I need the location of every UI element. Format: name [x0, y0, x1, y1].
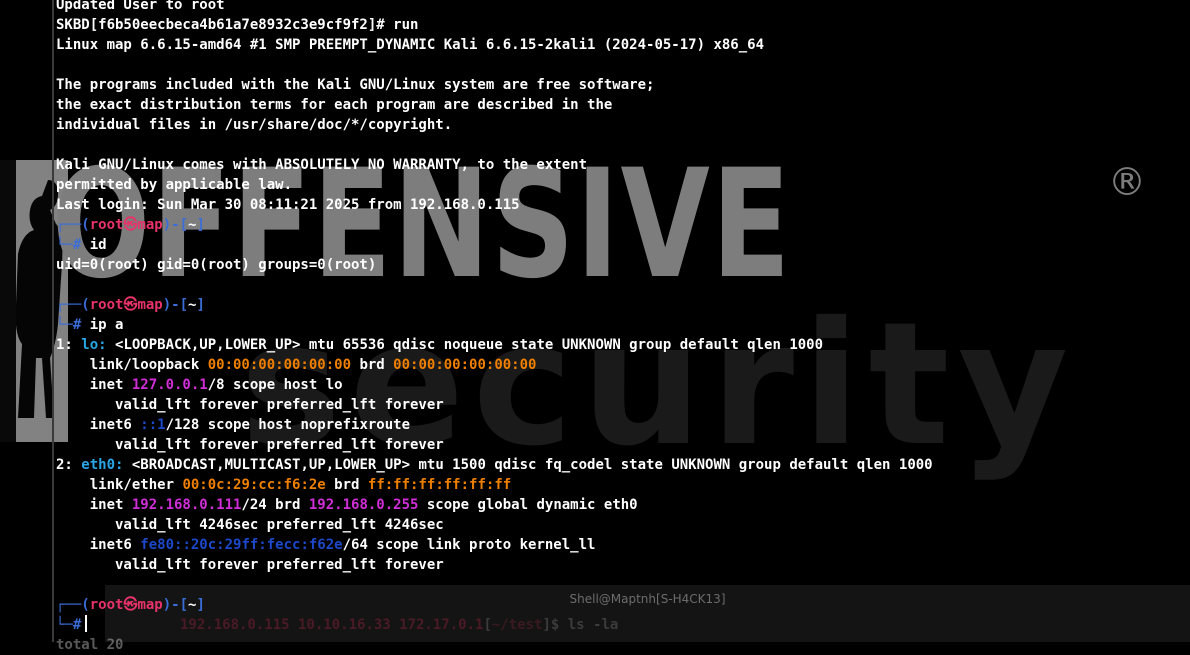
ip-iface-eth0-line: 2: eth0: <BROADCAST,MULTICAST,UP,LOWER_U… — [56, 457, 933, 473]
prompt-user: root — [89, 297, 124, 313]
prompt-user: root — [89, 217, 124, 233]
output-line: The programs included with the Kali GNU/… — [56, 77, 655, 93]
prompt-host: map — [137, 597, 163, 613]
skull-icon: ㉿ — [123, 217, 138, 233]
ipv4-address: 127.0.0.1 — [131, 377, 208, 393]
ip-link-line: link/ether 00:0c:29:cc:f6:2e brd ff:ff:f… — [56, 477, 512, 493]
terminal-output[interactable]: Updated User to root SKBD[f6b50eecbeca4b… — [56, 0, 933, 655]
output-line: Updated User to root — [56, 0, 225, 13]
prompt-host: map — [137, 297, 163, 313]
ip-valid-line: valid_lft forever preferred_lft forever — [56, 557, 444, 573]
output-line: individual files in /usr/share/doc/*/cop… — [56, 117, 453, 133]
iface-name-lo: lo: — [81, 337, 107, 353]
prompt-command-line[interactable]: └─# — [56, 615, 933, 635]
iface-name-eth0: eth0: — [81, 457, 124, 473]
prompt-host: map — [137, 217, 163, 233]
ipv4-broadcast: 192.168.0.255 — [308, 497, 419, 513]
prompt-header: ┌──(root㉿map)-[~] — [56, 597, 205, 613]
output-line: the exact distribution terms for each pr… — [56, 97, 613, 113]
prompt-command-line: └─# id — [56, 237, 107, 253]
output-line: uid=0(root) gid=0(root) groups=0(root) — [56, 257, 377, 273]
terminal-border — [52, 0, 54, 642]
output-line: SKBD[f6b50eecbeca4b61a7e8932c3e9cf9f2]# … — [56, 17, 419, 33]
ip-valid-line: valid_lft 4246sec preferred_lft 4246sec — [56, 517, 444, 533]
ip-inet-line: inet 127.0.0.1/8 scope host lo — [56, 377, 343, 393]
mac-broadcast: 00:00:00:00:00:00 — [393, 357, 537, 373]
ipv6-address: ::1 — [140, 417, 166, 433]
ip-iface-lo-line: 1: lo: <LOOPBACK,UP,LOWER_UP> mtu 65536 … — [56, 337, 824, 353]
ip-inet-line: inet 192.168.0.111/24 brd 192.168.0.255 … — [56, 497, 638, 513]
output-line: Linux map 6.6.15-amd64 #1 SMP PREEMPT_DY… — [56, 37, 765, 53]
output-line: total 20 — [56, 637, 124, 653]
ipv6-address: fe80::20c:29ff:fecc:f62e — [140, 537, 343, 553]
prompt-user: root — [89, 597, 124, 613]
ip-inet6-line: inet6 ::1/128 scope host noprefixroute — [56, 417, 411, 433]
terminal-window[interactable]: Updated User to root SKBD[f6b50eecbeca4b… — [0, 0, 1190, 653]
prompt-command-line: └─# ip a — [56, 317, 124, 333]
output-line: Kali GNU/Linux comes with ABSOLUTELY NO … — [56, 157, 588, 173]
prompt-header: ┌──(root㉿map)-[~] — [56, 217, 205, 233]
output-line: permitted by applicable law. — [56, 177, 293, 193]
command-text: ip a — [89, 317, 124, 333]
skull-icon: ㉿ — [123, 297, 138, 313]
ip-valid-line: valid_lft forever preferred_lft forever — [56, 437, 444, 453]
mac-address: 00:0c:29:cc:f6:2e — [182, 477, 326, 493]
ip-link-line: link/loopback 00:00:00:00:00:00 brd 00:0… — [56, 357, 537, 373]
mac-address: 00:00:00:00:00:00 — [207, 357, 352, 373]
ip-valid-line: valid_lft forever preferred_lft forever — [56, 397, 444, 413]
text-cursor[interactable] — [85, 615, 88, 632]
skull-icon: ㉿ — [123, 597, 138, 613]
prompt-symbol: # — [72, 617, 82, 633]
output-line: Last login: Sun Mar 30 08:11:21 2025 fro… — [56, 197, 520, 213]
ipv4-address: 192.168.0.111 — [131, 497, 242, 513]
command-text: id — [89, 237, 107, 253]
ip-inet6-line: inet6 fe80::20c:29ff:fecc:f62e/64 scope … — [56, 537, 596, 553]
mac-broadcast: ff:ff:ff:ff:ff:ff — [367, 477, 512, 493]
prompt-header: ┌──(root㉿map)-[~] — [56, 297, 205, 313]
